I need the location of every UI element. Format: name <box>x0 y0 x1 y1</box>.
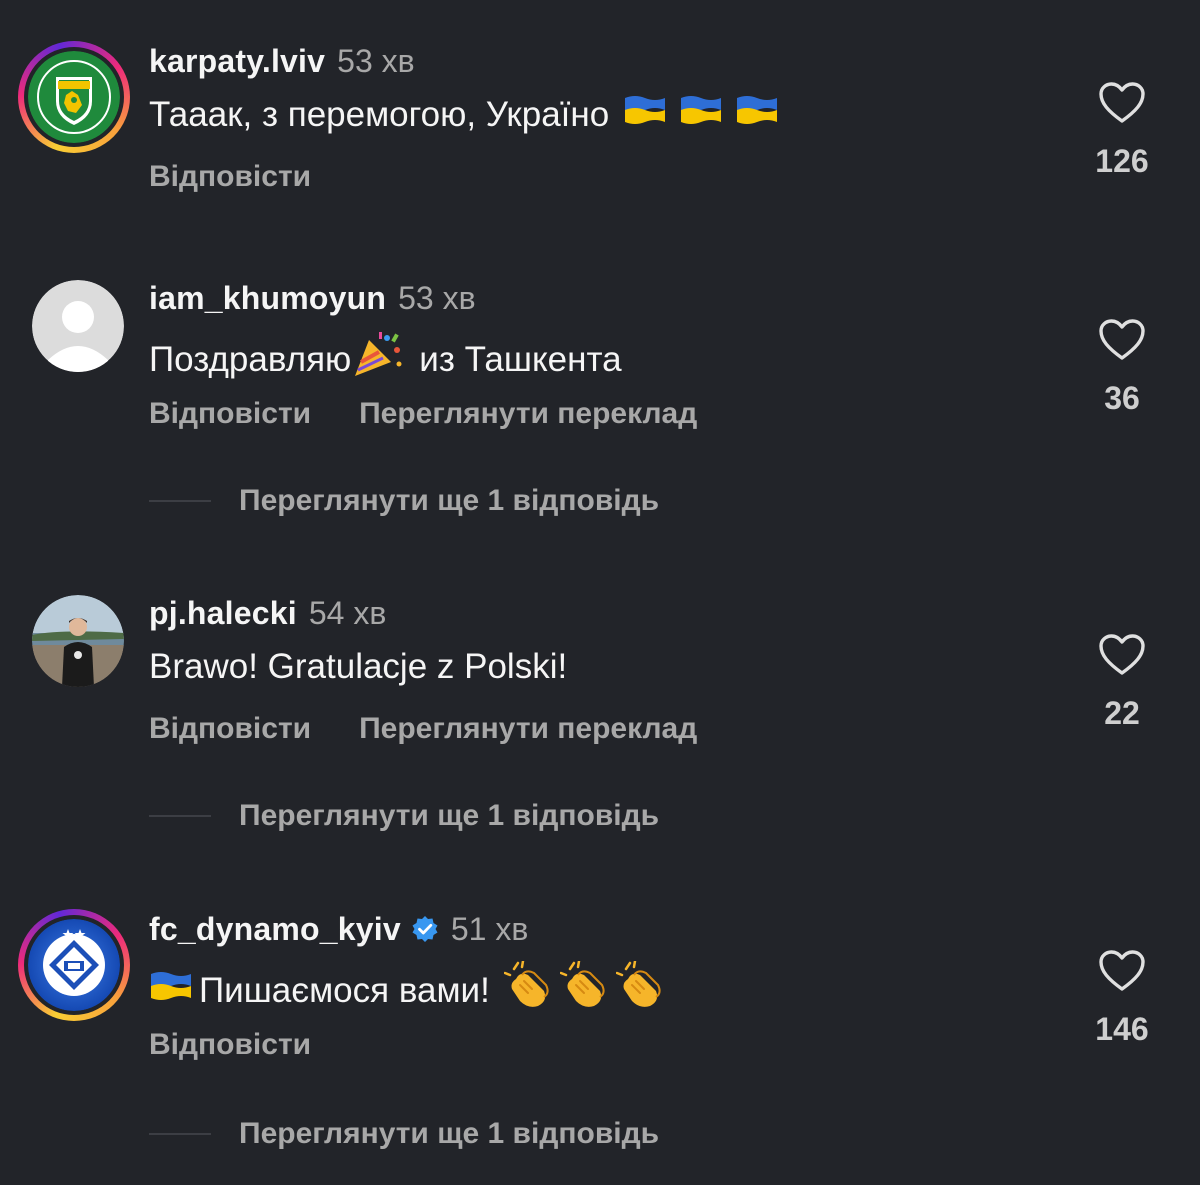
ukraine-flag-icon <box>623 93 667 137</box>
username[interactable]: pj.halecki <box>149 593 297 633</box>
comment-text: Пишаємося вами! <box>149 959 664 1020</box>
avatar-photo[interactable] <box>32 595 124 687</box>
story-ring[interactable] <box>18 41 130 153</box>
profile-photo-icon <box>32 595 124 687</box>
like-control: 146 <box>1080 949 1164 1049</box>
username[interactable]: karpaty.lviv <box>149 41 325 81</box>
verified-badge-icon <box>412 916 438 942</box>
replies-divider <box>149 815 211 817</box>
like-control: 126 <box>1080 81 1164 181</box>
like-count: 22 <box>1104 695 1140 731</box>
view-replies-button[interactable]: Переглянути ще 1 відповідь <box>149 796 659 836</box>
view-replies-button[interactable]: Переглянути ще 1 відповідь <box>149 481 659 521</box>
dynamo-logo-icon <box>28 919 120 1011</box>
heart-icon[interactable] <box>1098 81 1146 125</box>
reply-button[interactable]: Відповісти <box>149 712 311 745</box>
clapping-hands-icon <box>503 959 552 1020</box>
like-count: 126 <box>1095 143 1149 179</box>
comment-time: 53 хв <box>337 43 415 79</box>
replies-divider <box>149 500 211 502</box>
like-control: 22 <box>1080 633 1164 733</box>
clapping-hands-icon <box>615 959 664 1020</box>
comment-time: 51 хв <box>450 911 529 947</box>
like-control: 36 <box>1080 318 1164 418</box>
view-replies-button[interactable]: Переглянути ще 1 відповідь <box>149 1114 659 1154</box>
story-ring[interactable] <box>18 909 130 1021</box>
see-translation-button[interactable]: Переглянути переклад <box>359 712 697 745</box>
default-avatar-icon <box>32 280 124 372</box>
heart-icon[interactable] <box>1098 633 1146 677</box>
ukraine-flag-icon <box>149 969 193 1013</box>
party-popper-icon <box>351 330 405 389</box>
comment-actions: Відповісти Переглянути переклад <box>149 394 697 434</box>
comment-actions: Відповісти <box>149 157 311 197</box>
see-translation-button[interactable]: Переглянути переклад <box>359 397 697 430</box>
comment-text: Тааак, з перемогою, Україно <box>149 93 779 137</box>
replies-divider <box>149 1133 211 1135</box>
karpaty-logo-icon <box>28 51 120 143</box>
comment-time: 53 хв <box>398 280 476 316</box>
username[interactable]: iam_khumoyun <box>149 278 386 318</box>
avatar-karpaty[interactable] <box>28 51 120 143</box>
comment-text: Brawo! Gratulacje z Polski! <box>149 647 568 686</box>
comment-actions: Відповісти <box>149 1025 311 1065</box>
reply-button[interactable]: Відповісти <box>149 1028 311 1061</box>
reply-button[interactable]: Відповісти <box>149 397 311 430</box>
like-count: 36 <box>1104 380 1140 416</box>
comment-text: Поздравляю из Ташкента <box>149 330 622 389</box>
clapping-hands-icon <box>559 959 608 1020</box>
like-count: 146 <box>1095 1011 1149 1047</box>
username[interactable]: fc_dynamo_kyiv <box>149 909 401 949</box>
ukraine-flag-icon <box>735 93 779 137</box>
heart-icon[interactable] <box>1098 318 1146 362</box>
comment-actions: Відповісти Переглянути переклад <box>149 709 697 749</box>
avatar-dynamo[interactable] <box>28 919 120 1011</box>
avatar-default[interactable] <box>32 280 124 372</box>
reply-button[interactable]: Відповісти <box>149 160 311 193</box>
comment-time: 54 хв <box>308 595 387 631</box>
ukraine-flag-icon <box>679 93 723 137</box>
heart-icon[interactable] <box>1098 949 1146 993</box>
